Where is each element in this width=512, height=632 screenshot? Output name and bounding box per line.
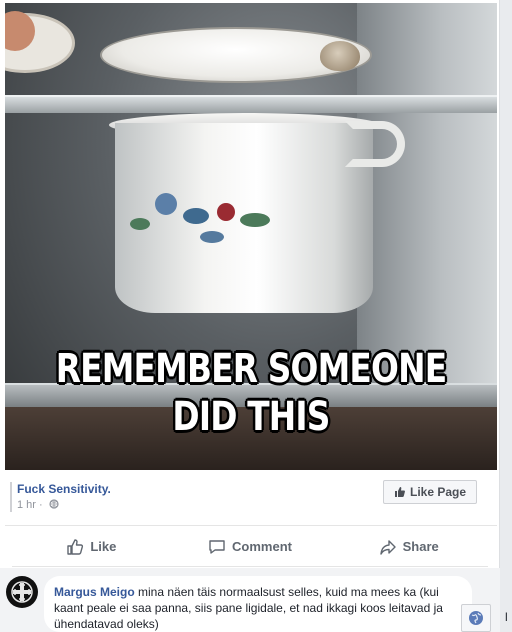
comment-button[interactable]: Comment xyxy=(171,531,330,563)
image-flower-decoration xyxy=(217,203,235,221)
image-flower-decoration xyxy=(155,193,177,215)
attribution-accent-bar xyxy=(10,482,12,512)
post-meta: 1 hr · xyxy=(17,499,59,511)
like-button[interactable]: Like xyxy=(12,531,171,563)
reply-globe-button[interactable] xyxy=(461,604,491,632)
image-lid-knob xyxy=(320,41,360,71)
comment-bubble-icon xyxy=(209,539,225,554)
share-button[interactable]: Share xyxy=(329,531,488,563)
source-page-link[interactable]: Fuck Sensitivity. xyxy=(17,482,111,496)
image-caption-line2: DID THIS xyxy=(172,394,330,440)
image-flower-decoration xyxy=(240,213,270,227)
image-pot-handle xyxy=(345,121,405,167)
image-upper-shelf xyxy=(5,95,497,113)
post-timestamp[interactable]: 1 hr xyxy=(17,499,36,511)
image-flower-decoration xyxy=(183,208,209,224)
thumbs-up-icon xyxy=(394,487,405,497)
comment-label: Comment xyxy=(232,539,292,554)
image-flower-decoration xyxy=(200,231,224,243)
share-label: Share xyxy=(402,539,439,554)
meta-separator: · xyxy=(39,499,43,511)
share-arrow-icon xyxy=(379,539,396,555)
public-globe-icon xyxy=(49,499,59,509)
commenter-avatar[interactable] xyxy=(6,576,38,608)
image-flower-decoration xyxy=(130,218,150,230)
like-page-button[interactable]: Like Page xyxy=(383,480,477,504)
image-pot-lid xyxy=(100,27,372,83)
post-action-bar: Like Comment Share xyxy=(12,527,488,567)
comment-author-link[interactable]: Margus Meigo xyxy=(54,585,135,599)
globe-icon xyxy=(469,611,483,625)
post-image[interactable]: REMEMBER SOMEONE DID THIS xyxy=(5,3,497,470)
shared-page-attribution: Fuck Sensitivity. 1 hr · Like Page xyxy=(5,470,497,526)
cut-off-text: l xyxy=(505,610,508,624)
image-caption-line1: REMEMBER SOMEONE xyxy=(55,346,447,392)
comments-section: Margus Meigo mina näen täis normaalsust … xyxy=(0,568,500,632)
cross-emblem-icon xyxy=(7,577,37,607)
thumbs-up-outline-icon xyxy=(67,538,84,555)
like-page-label: Like Page xyxy=(409,485,467,499)
like-label: Like xyxy=(90,539,117,554)
comment-bubble: Margus Meigo mina näen täis normaalsust … xyxy=(44,576,472,632)
feed-post-card: REMEMBER SOMEONE DID THIS Fuck Sensitivi… xyxy=(0,0,500,632)
